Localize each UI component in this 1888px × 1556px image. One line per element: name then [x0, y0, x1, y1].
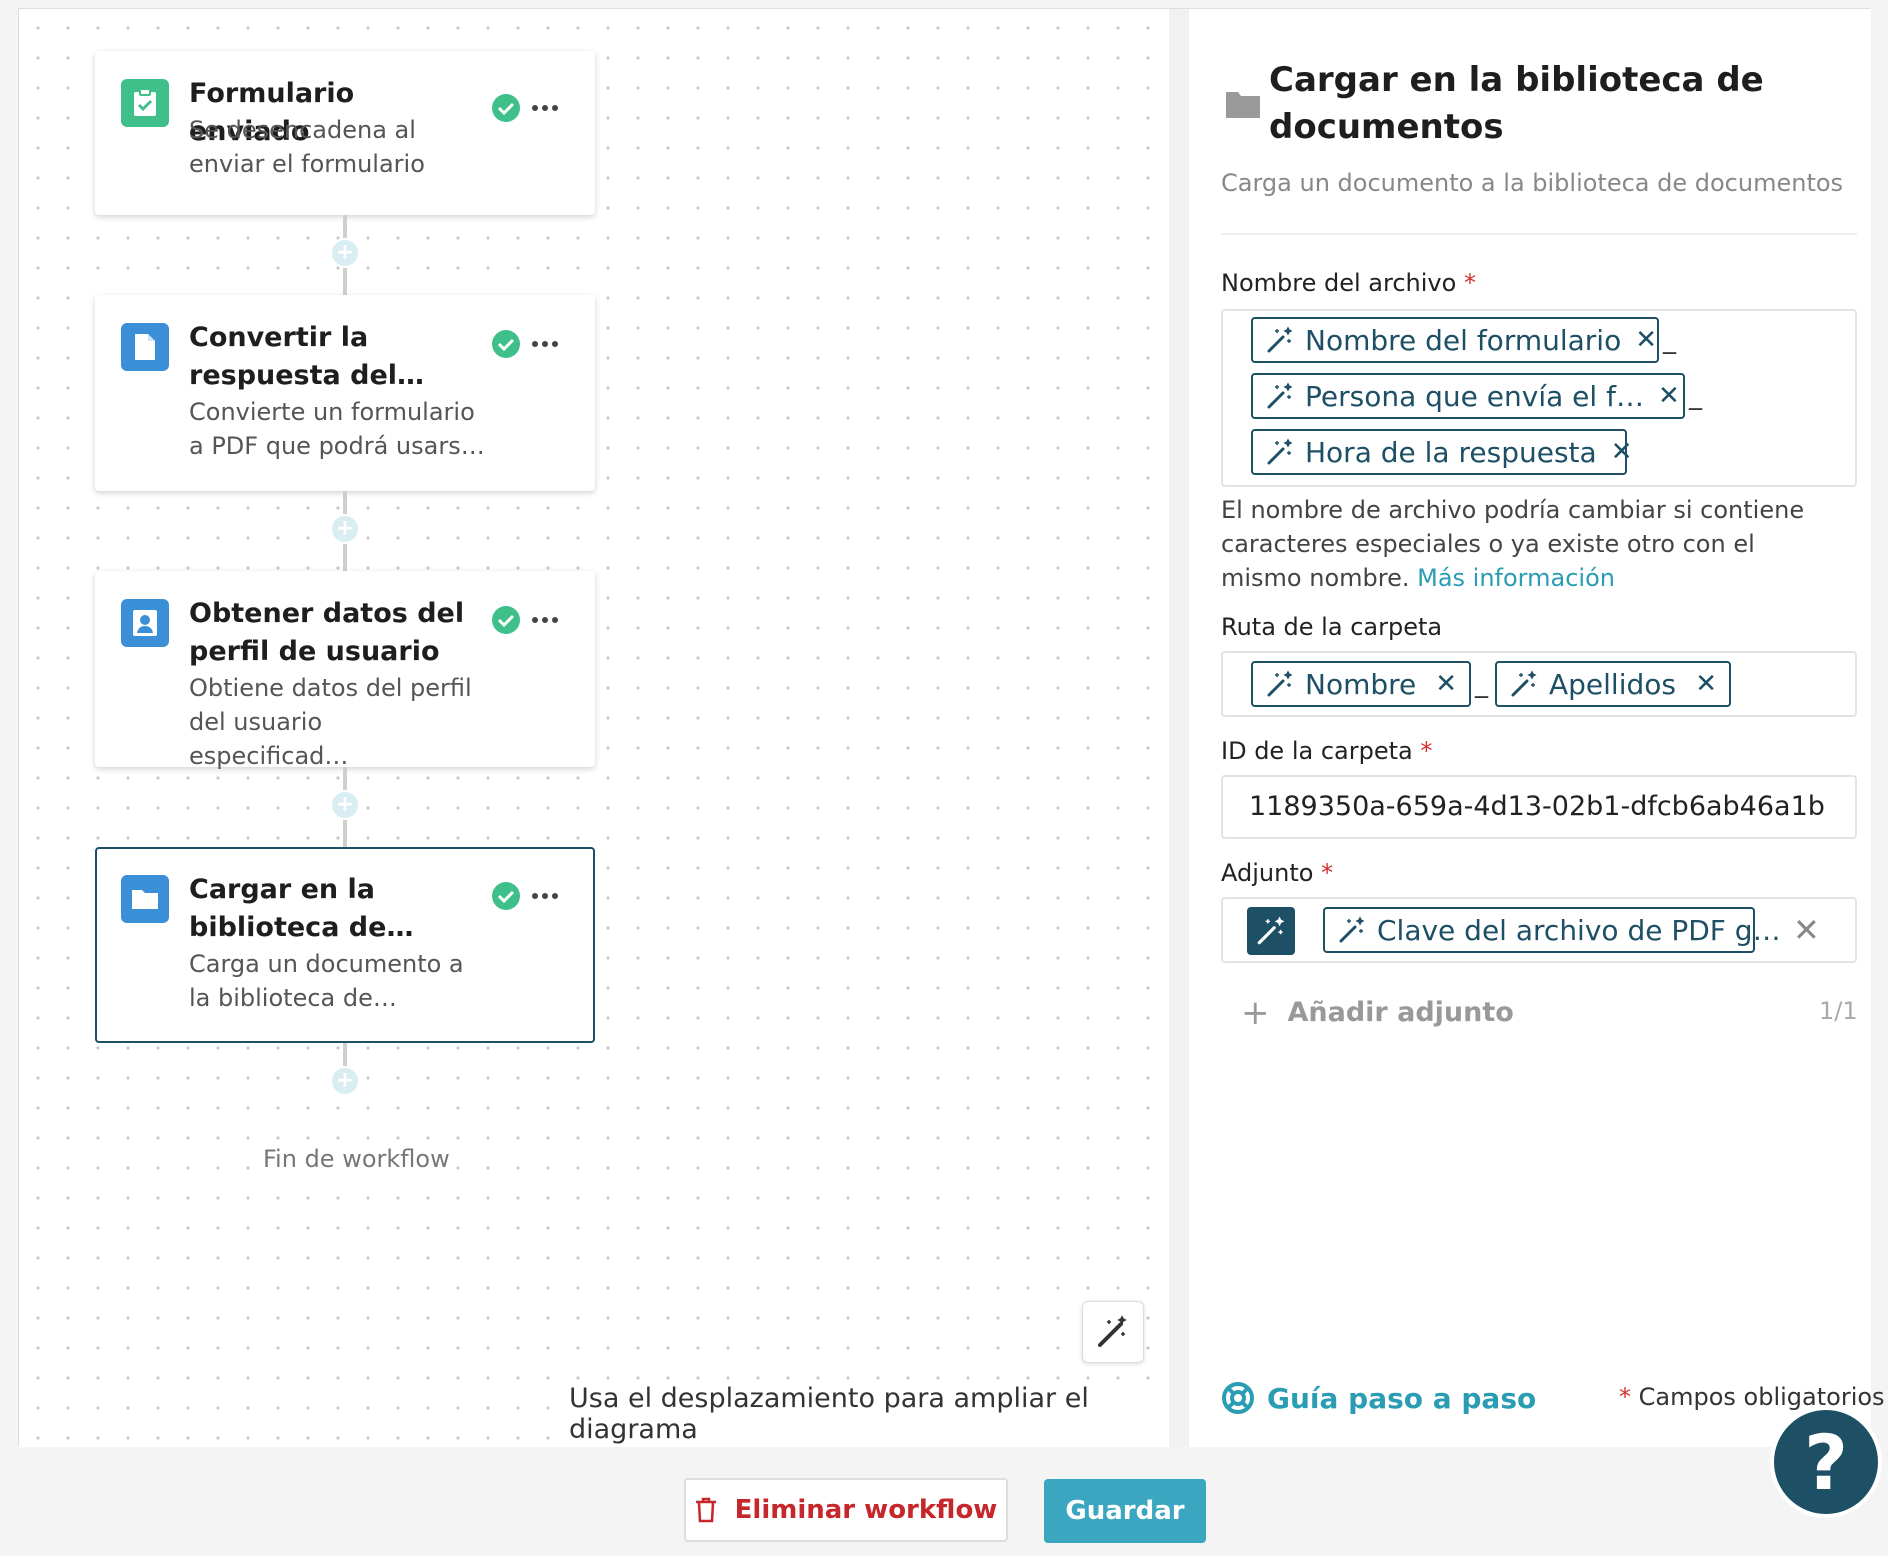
check-circle-icon	[491, 329, 521, 359]
token-label: Apellidos	[1549, 667, 1676, 701]
folder-id-input[interactable]: 1189350a-659a-4d13-02b1-dfcb6ab46a1b	[1221, 775, 1857, 839]
file-name-field[interactable]: Nombre del formulario ✕ _ Persona que en…	[1221, 309, 1857, 487]
check-circle-icon	[491, 881, 521, 911]
attachment-count: 1/1	[1819, 997, 1858, 1025]
remove-attachment-icon[interactable]: ✕	[1793, 911, 1820, 949]
magic-wand-icon	[1267, 382, 1293, 409]
folder-id-label: ID de la carpeta *	[1221, 737, 1433, 765]
token-label: Nombre	[1305, 667, 1417, 701]
step-title: Cargar en la biblioteca de…	[189, 874, 414, 943]
attachment-field[interactable]: Clave del archivo de PDF g… ✕	[1221, 897, 1857, 963]
magic-wand-icon	[1257, 916, 1285, 945]
clipboard-check-icon	[121, 79, 169, 127]
remove-token-icon[interactable]: ✕	[1644, 381, 1680, 411]
step-description: Obtiene datos del perfil del usuario esp…	[189, 674, 472, 770]
magic-wand-icon	[1267, 438, 1293, 465]
add-step-button[interactable]: +	[330, 1066, 360, 1096]
plus-icon: +	[1241, 993, 1270, 1033]
save-button[interactable]: Guardar	[1044, 1479, 1206, 1543]
more-info-link[interactable]: Más información	[1417, 564, 1615, 592]
check-circle-icon	[491, 605, 521, 635]
remove-token-icon[interactable]: ✕	[1421, 669, 1457, 699]
folder-icon	[1226, 92, 1260, 118]
token-label: Nombre del formulario	[1305, 323, 1622, 357]
separator-text: _	[1475, 669, 1488, 699]
remove-token-icon[interactable]: ✕	[1621, 325, 1657, 355]
magic-wand-icon	[1267, 670, 1293, 697]
step-config-panel: Cargar en la biblioteca de documentos Ca…	[1189, 9, 1885, 1447]
divider	[1221, 233, 1857, 235]
more-options-icon[interactable]	[525, 881, 565, 911]
panel-divider	[1169, 9, 1189, 1447]
magic-wand-icon	[1098, 1315, 1127, 1347]
token-label: Hora de la respuesta	[1305, 435, 1597, 469]
zoom-hint: Usa el desplazamiento para ampliar el di…	[567, 1383, 1169, 1445]
guide-label: Guía paso a paso	[1267, 1381, 1537, 1415]
document-icon	[121, 323, 169, 371]
delete-label: Eliminar workflow	[734, 1495, 998, 1525]
file-name-help: El nombre de archivo podría cambiar si c…	[1221, 496, 1805, 592]
panel-subtitle: Carga un documento a la biblioteca de do…	[1221, 169, 1844, 197]
attachment-label: Adjunto *	[1221, 859, 1334, 887]
workflow-step-upload-to-library[interactable]: Cargar en la biblioteca de… Carga un doc…	[95, 847, 595, 1043]
step-description: Carga un documento a la biblioteca de…	[189, 950, 464, 1012]
token-chip[interactable]: Persona que envía el f… ✕	[1251, 373, 1685, 419]
token-chip[interactable]: Nombre ✕	[1251, 661, 1471, 707]
more-options-icon[interactable]	[525, 93, 565, 123]
panel-title: Cargar en la biblioteca de documentos	[1269, 60, 1764, 147]
step-description: Convierte un formulario a PDF que podrá …	[189, 398, 485, 460]
lifebuoy-icon	[1222, 1382, 1254, 1414]
folder-path-label: Ruta de la carpeta	[1221, 613, 1443, 641]
workflow-editor: Formulario enviado Se desencadena al env…	[18, 8, 1885, 1447]
workflow-canvas[interactable]: Formulario enviado Se desencadena al env…	[19, 9, 1169, 1447]
step-title: Convertir la respuesta del…	[189, 322, 425, 391]
token-chip[interactable]: Clave del archivo de PDF g…	[1323, 907, 1781, 953]
magic-wand-icon	[1511, 670, 1537, 697]
required-fields-note: * Campos obligatorios	[1619, 1383, 1885, 1411]
token-label: Persona que envía el f…	[1305, 379, 1644, 413]
add-step-button[interactable]: +	[330, 514, 360, 544]
magic-wand-button[interactable]	[1247, 907, 1295, 955]
end-of-workflow-label: Fin de workflow	[259, 1145, 454, 1173]
folder-path-field[interactable]: Nombre ✕ _ Apellidos ✕	[1221, 651, 1857, 717]
remove-token-icon[interactable]: ✕	[1597, 437, 1633, 467]
step-description: Se desencadena al enviar el formulario	[189, 116, 425, 178]
add-step-button[interactable]: +	[330, 238, 360, 268]
folder-icon	[121, 875, 169, 923]
token-chip[interactable]: Apellidos ✕	[1495, 661, 1731, 707]
token-chip[interactable]: Hora de la respuesta ✕	[1251, 429, 1632, 475]
help-button[interactable]: ?	[1770, 1406, 1882, 1518]
delete-workflow-button[interactable]: Eliminar workflow	[684, 1478, 1008, 1542]
more-options-icon[interactable]	[525, 329, 565, 359]
remove-token-icon[interactable]: ✕	[1681, 669, 1717, 699]
check-circle-icon	[491, 93, 521, 123]
more-options-icon[interactable]	[525, 605, 565, 635]
magic-wand-icon	[1267, 326, 1293, 353]
magic-wand-button[interactable]	[1082, 1301, 1144, 1363]
add-attachment-button[interactable]: + Añadir adjunto	[1241, 993, 1514, 1033]
file-name-label: Nombre del archivo *	[1221, 269, 1476, 297]
workflow-step-form-submitted[interactable]: Formulario enviado Se desencadena al env…	[95, 51, 595, 215]
add-step-button[interactable]: +	[330, 790, 360, 820]
step-by-step-guide-link[interactable]: Guía paso a paso	[1221, 1381, 1536, 1415]
workflow-step-get-user-profile[interactable]: Obtener datos del perfil de usuario Obti…	[95, 571, 595, 770]
separator-text: _	[1689, 381, 1702, 411]
step-title: Obtener datos del perfil de usuario	[189, 598, 465, 667]
magic-wand-icon	[1339, 916, 1365, 943]
folder-id-value: 1189350a-659a-4d13-02b1-dfcb6ab46a1b	[1249, 791, 1825, 822]
user-icon	[121, 599, 169, 647]
separator-text: _	[1663, 325, 1676, 355]
token-chip[interactable]: Nombre del formulario ✕	[1251, 317, 1659, 363]
trash-icon	[695, 1497, 716, 1523]
workflow-step-convert-response[interactable]: Convertir la respuesta del… Convierte un…	[95, 295, 595, 491]
token-label: Clave del archivo de PDF g…	[1377, 913, 1781, 947]
